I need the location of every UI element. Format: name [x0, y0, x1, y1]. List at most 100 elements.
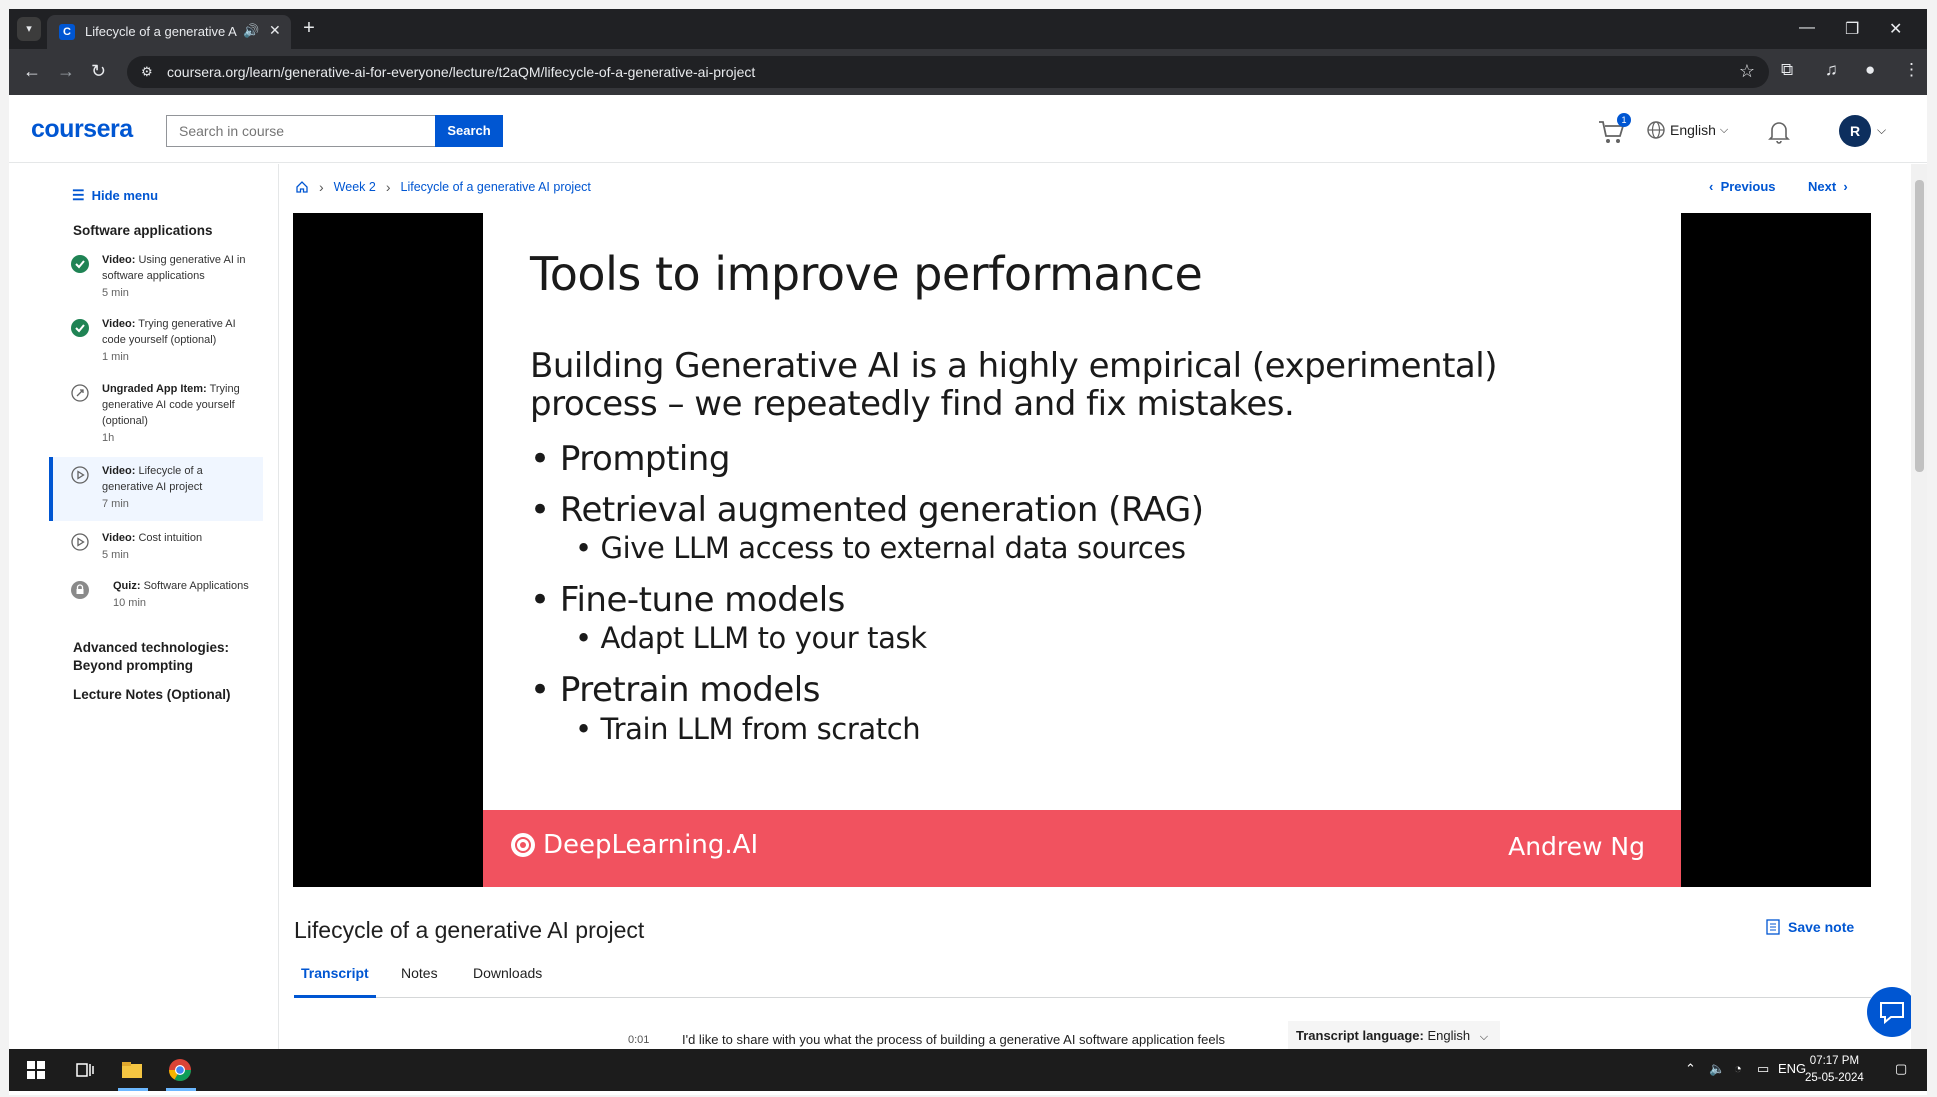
tab-downloads[interactable]: Downloads: [466, 962, 549, 998]
chrome-icon[interactable]: [167, 1057, 193, 1083]
hide-menu-button[interactable]: ☰ Hide menu: [72, 187, 158, 204]
avatar[interactable]: R: [1839, 115, 1871, 147]
notification-bell-icon[interactable]: [1765, 117, 1793, 145]
breadcrumb-week[interactable]: Week 2: [334, 180, 376, 194]
address-bar[interactable]: ⚙ coursera.org/learn/generative-ai-for-e…: [127, 56, 1769, 88]
globe-icon: [1647, 121, 1665, 139]
outline-item-current[interactable]: Video: Lifecycle of a generative AI proj…: [49, 457, 263, 521]
active-app-indicator: [118, 1088, 148, 1091]
transcript-language-value: English: [1427, 1028, 1471, 1043]
system-clock[interactable]: 07:17 PM 25-05-2024: [1805, 1053, 1864, 1087]
section-title-lecture-notes[interactable]: Lecture Notes (Optional): [73, 686, 231, 704]
brand-text: DeepLearning.AI: [543, 830, 759, 860]
section-title-advanced[interactable]: Advanced technologies: Beyond prompting: [73, 639, 243, 675]
show-hidden-icons-icon[interactable]: ⌃: [1685, 1061, 1696, 1077]
extensions-icon[interactable]: ⧉: [1781, 60, 1793, 80]
item-kind: Quiz:: [113, 580, 141, 592]
bookmark-star-icon[interactable]: ☆: [1739, 61, 1755, 82]
transcript-timestamp[interactable]: 0:01: [628, 1034, 649, 1046]
chat-icon: [1880, 1002, 1904, 1025]
chat-help-button[interactable]: [1867, 987, 1917, 1037]
wifi-icon[interactable]: ◔: [1734, 1061, 1742, 1076]
item-title: Software Applications: [143, 580, 249, 592]
lecture-slide: Tools to improve performance Building Ge…: [483, 213, 1681, 887]
home-icon[interactable]: [295, 180, 309, 194]
tab-transcript[interactable]: Transcript: [294, 962, 376, 998]
next-button[interactable]: Next ›: [1808, 179, 1848, 194]
tab-strip: ▾ C Lifecycle of a generative AI 🔊 ✕ + —…: [9, 9, 1927, 49]
site-info-icon[interactable]: ⚙: [141, 64, 153, 80]
chevron-right-icon: ›: [319, 179, 324, 195]
slide-bullet: • Retrieval augmented generation (RAG): [530, 490, 1204, 530]
search-input[interactable]: [166, 115, 436, 147]
item-kind: Video:: [102, 532, 136, 544]
breadcrumb-lecture[interactable]: Lifecycle of a generative AI project: [401, 180, 591, 194]
tab-notes[interactable]: Notes: [394, 962, 445, 998]
hide-menu-label: Hide menu: [91, 188, 159, 203]
search-button[interactable]: Search: [435, 115, 503, 147]
back-icon[interactable]: ←: [23, 61, 41, 82]
page-scrollbar[interactable]: [1911, 164, 1927, 1057]
outline-item[interactable]: Video: Cost intuition 5 min: [49, 530, 263, 566]
play-circle-icon: [71, 466, 89, 484]
url-text[interactable]: coursera.org/learn/generative-ai-for-eve…: [167, 64, 755, 80]
coursera-logo[interactable]: coursera: [31, 115, 133, 144]
language-selector[interactable]: English ⌵: [1646, 117, 1728, 143]
tab-search-button[interactable]: ▾: [17, 17, 41, 41]
save-note-button[interactable]: Save note: [1766, 919, 1854, 935]
file-explorer-icon[interactable]: [119, 1057, 145, 1083]
slide-sub-bullet: • Train LLM from scratch: [575, 712, 921, 746]
notifications-icon[interactable]: ▢: [1895, 1061, 1907, 1077]
lecture-tabs: Transcript Notes Downloads: [294, 962, 1871, 998]
browser-window: ▾ C Lifecycle of a generative AI 🔊 ✕ + —…: [9, 9, 1927, 1095]
save-note-label: Save note: [1788, 919, 1855, 935]
audio-playing-icon[interactable]: 🔊: [243, 23, 259, 39]
breadcrumb: › Week 2 › Lifecycle of a generative AI …: [295, 179, 591, 195]
close-window-icon[interactable]: ✕: [1889, 19, 1902, 39]
previous-button[interactable]: ‹ Previous: [1709, 179, 1776, 194]
menu-kebab-icon[interactable]: ⋮: [1903, 60, 1920, 80]
restore-icon[interactable]: ❐: [1845, 19, 1859, 39]
clock-date: 25-05-2024: [1805, 1072, 1864, 1084]
item-duration: 1 min: [102, 351, 129, 363]
profile-icon[interactable]: ●: [1865, 60, 1875, 80]
media-control-icon[interactable]: ♫: [1825, 60, 1838, 80]
item-duration: 5 min: [102, 549, 129, 561]
language-label: English: [1670, 122, 1716, 138]
chevron-left-icon: ‹: [1709, 179, 1714, 194]
chevron-down-icon[interactable]: ⌵: [1877, 123, 1886, 138]
volume-icon[interactable]: 🔈: [1709, 1061, 1725, 1077]
minimize-icon[interactable]: —: [1799, 19, 1815, 37]
task-view-icon[interactable]: [72, 1057, 98, 1083]
video-player[interactable]: Tools to improve performance Building Ge…: [293, 213, 1871, 887]
slide-title: Tools to improve performance: [530, 247, 1203, 301]
browser-tab[interactable]: C Lifecycle of a generative AI 🔊 ✕: [47, 15, 291, 49]
battery-icon[interactable]: ▭: [1757, 1061, 1769, 1077]
slide-sub-bullet: • Adapt LLM to your task: [575, 621, 927, 655]
site-header: coursera Search 1 English ⌵ R ⌵: [9, 95, 1927, 163]
chevron-right-icon: ›: [385, 179, 391, 195]
transcript-line[interactable]: I'd like to share with you what the proc…: [682, 1032, 1225, 1047]
presenter-name: Andrew Ng: [1508, 832, 1645, 861]
item-duration: 1h: [102, 432, 115, 444]
chevron-down-icon: ⌵: [1719, 123, 1729, 136]
windows-start-icon[interactable]: [23, 1057, 49, 1083]
chevron-right-icon: ›: [1843, 179, 1848, 194]
outline-item[interactable]: Quiz: Software Applications 10 min: [49, 578, 263, 630]
transcript-language-label: Transcript language:: [1296, 1028, 1424, 1043]
input-language[interactable]: ENG: [1778, 1061, 1806, 1076]
outline-item[interactable]: Video: Using generative AI in software a…: [49, 252, 263, 304]
lecture-title: Lifecycle of a generative AI project: [294, 917, 645, 943]
outline-item[interactable]: Video: Trying generative AI code yoursel…: [49, 316, 263, 368]
outline-item[interactable]: Ungraded App Item: Trying generative AI …: [49, 381, 263, 449]
item-duration: 5 min: [102, 287, 129, 299]
coursera-favicon-icon: C: [59, 24, 75, 40]
new-tab-button[interactable]: +: [297, 17, 321, 41]
close-tab-icon[interactable]: ✕: [269, 22, 281, 39]
forward-icon[interactable]: →: [57, 61, 75, 82]
item-kind: Video:: [102, 254, 136, 266]
scrollbar-thumb[interactable]: [1915, 180, 1924, 472]
reload-icon[interactable]: ↻: [91, 61, 106, 82]
section-title-software-applications[interactable]: Software applications: [73, 222, 213, 240]
item-duration: 10 min: [113, 597, 147, 609]
